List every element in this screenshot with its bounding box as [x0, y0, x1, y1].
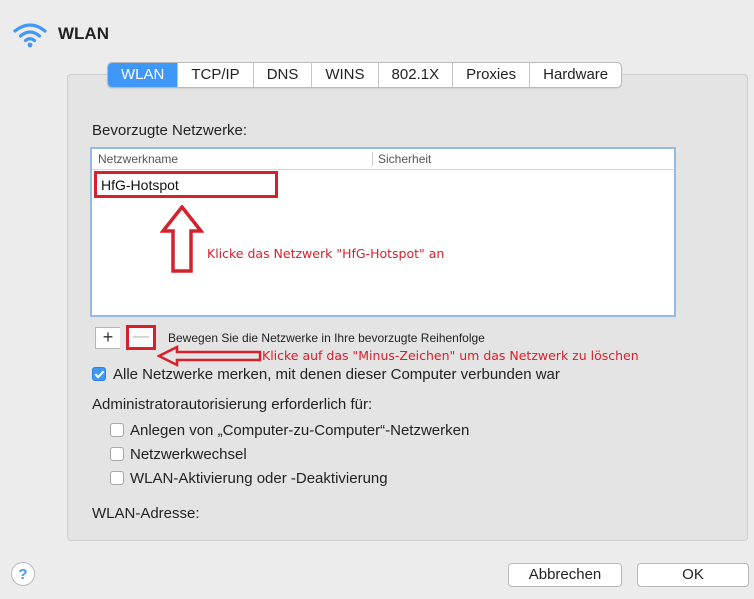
remove-network-button[interactable]: — [126, 325, 156, 350]
annotation-click-minus: Klicke auf das "Minus-Zeichen" um das Ne… [262, 348, 639, 363]
admin-auth-computer-to-computer-label: Anlegen von „Computer-zu-Computer“-Netzw… [130, 422, 470, 439]
window-title: WLAN [58, 24, 109, 43]
tab-proxies[interactable]: Proxies [452, 63, 529, 87]
add-network-button[interactable]: + [95, 327, 120, 349]
tab-bar: WLAN TCP/IP DNS WINS 802.1X Proxies Hard… [107, 62, 623, 88]
admin-auth-network-change-label: Netzwerkwechsel [130, 446, 247, 463]
admin-auth-computer-to-computer-checkbox[interactable] [110, 423, 124, 437]
annotation-select-network: Klicke das Netzwerk "HfG-Hotspot" an [207, 246, 445, 261]
tab-wlan[interactable]: WLAN [108, 63, 178, 87]
tab-tcpip[interactable]: TCP/IP [177, 63, 252, 87]
admin-auth-label: Administratorautorisierung erforderlich … [92, 396, 373, 413]
admin-auth-wlan-toggle-checkbox[interactable] [110, 471, 124, 485]
column-header-security[interactable]: Sicherheit [378, 152, 431, 166]
admin-auth-wlan-toggle-label: WLAN-Aktivierung oder -Deaktivierung [130, 470, 388, 487]
network-row-hfg-hotspot[interactable]: HfG-Hotspot [94, 171, 278, 198]
ok-button[interactable]: OK [637, 563, 749, 587]
annotation-up-arrow-icon [160, 205, 204, 273]
wifi-icon [13, 23, 47, 48]
tab-hardware[interactable]: Hardware [529, 63, 621, 87]
list-header: Netzwerkname Sicherheit [92, 149, 674, 170]
tab-8021x[interactable]: 802.1X [377, 63, 453, 87]
admin-auth-network-change-checkbox[interactable] [110, 447, 124, 461]
remember-networks-label: Alle Netzwerke merken, mit denen dieser … [113, 366, 560, 383]
remember-networks-checkbox[interactable] [92, 367, 106, 381]
preferred-networks-label: Bevorzugte Netzwerke: [92, 122, 248, 139]
network-name: HfG-Hotspot [101, 177, 179, 193]
titlebar: WLAN [0, 0, 754, 58]
reorder-hint: Bewegen Sie die Netzwerke in Ihre bevorz… [168, 331, 485, 345]
cancel-button[interactable]: Abbrechen [508, 563, 622, 587]
tab-wins[interactable]: WINS [311, 63, 377, 87]
help-button[interactable]: ? [11, 562, 35, 586]
wlan-address-label: WLAN-Adresse: [92, 505, 200, 522]
tab-dns[interactable]: DNS [252, 63, 312, 87]
column-divider [372, 152, 373, 166]
column-header-name[interactable]: Netzwerkname [98, 152, 178, 166]
annotation-left-arrow-icon [157, 345, 262, 367]
